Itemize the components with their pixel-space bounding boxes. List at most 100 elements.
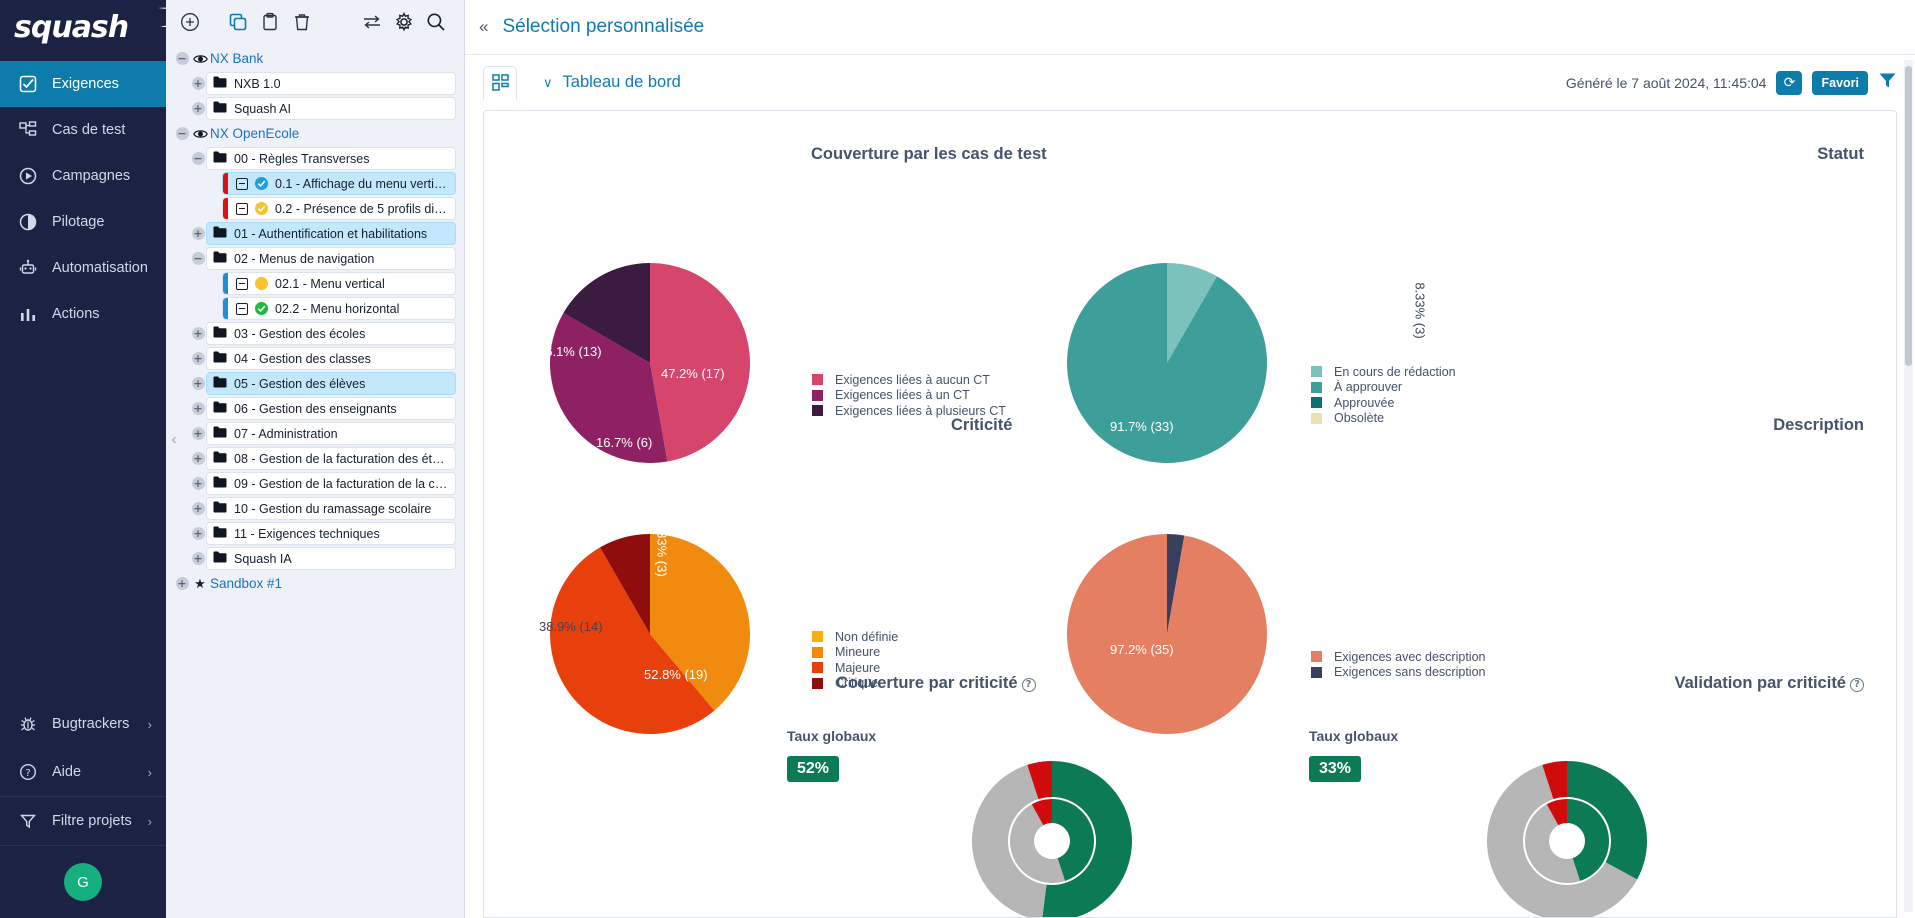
pie-chart-description[interactable] [1067, 534, 1267, 734]
transfer-icon[interactable] [356, 6, 388, 38]
tree-requirement-item[interactable]: 02.2 - Menu horizontal [222, 297, 456, 320]
expand-icon[interactable]: + [192, 552, 205, 565]
tree-project-label[interactable]: NX OpenEcole [210, 126, 299, 141]
legend-item[interactable]: Exigences avec description [1311, 649, 1485, 665]
tree-toggle[interactable]: + [174, 577, 190, 590]
tree-toggle[interactable]: − [174, 52, 190, 65]
tree-folder-item[interactable]: 03 - Gestion des écoles [206, 322, 456, 345]
delete-icon[interactable] [286, 6, 318, 38]
eye-icon[interactable] [190, 53, 210, 65]
add-icon[interactable] [174, 6, 206, 38]
tree-folder-item[interactable]: 02 - Menus de navigation [206, 247, 456, 270]
tree-toggle[interactable]: + [190, 527, 206, 540]
tree-folder-item[interactable]: 01 - Authentification et habilitations [206, 222, 456, 245]
pie-chart-statut[interactable] [1067, 263, 1267, 463]
tree-toggle[interactable]: + [190, 452, 206, 465]
paste-icon[interactable] [254, 6, 286, 38]
tree-project-label[interactable]: NX Bank [210, 51, 263, 66]
pie-chart-couverture[interactable] [550, 263, 750, 463]
tree-folder-item[interactable]: 08 - Gestion de la facturation des étude… [206, 447, 456, 470]
tree-toggle[interactable]: + [190, 102, 206, 115]
tree-toggle[interactable]: − [190, 152, 206, 165]
tree-folder-item[interactable]: Squash AI [206, 97, 456, 120]
donut-chart-couverture[interactable] [972, 761, 1132, 918]
tree-folder-item[interactable]: NXB 1.0 [206, 72, 456, 95]
expand-icon[interactable]: + [192, 77, 205, 90]
tree-toggle[interactable]: + [190, 352, 206, 365]
tree-toggle[interactable]: − [190, 252, 206, 265]
legend-item[interactable]: Approuvée [1311, 395, 1456, 411]
legend-item[interactable]: Non définie [812, 629, 898, 645]
sidebar-item-exigences[interactable]: Exigences [0, 61, 166, 107]
sidebar-item-cas-de-test[interactable]: Cas de test [0, 107, 166, 153]
expand-icon[interactable]: + [192, 477, 205, 490]
tree-folder-item[interactable]: 05 - Gestion des élèves [206, 372, 456, 395]
donut-chart-validation[interactable] [1487, 761, 1647, 918]
tree-toggle[interactable]: + [190, 477, 206, 490]
sidebar-item-actions[interactable]: Actions [0, 291, 166, 337]
help-icon[interactable]: ? [1850, 678, 1864, 692]
tree-list[interactable]: −NX Bank+NXB 1.0+Squash AI−NX OpenEcole−… [166, 44, 464, 918]
tree-collapse-handle[interactable]: ‹ [166, 424, 182, 454]
scrollbar-thumb[interactable] [1905, 66, 1912, 366]
collapse-icon[interactable]: − [192, 152, 205, 165]
legend-item[interactable]: Mineure [812, 645, 898, 661]
tree-folder-item[interactable]: 10 - Gestion du ramassage scolaire [206, 497, 456, 520]
tree-folder-item[interactable]: 04 - Gestion des classes [206, 347, 456, 370]
expand-icon[interactable]: + [192, 227, 205, 240]
legend-item[interactable]: Obsolète [1311, 411, 1456, 427]
tree-toggle[interactable]: + [190, 427, 206, 440]
tree-folder-item[interactable]: 09 - Gestion de la facturation de la can… [206, 472, 456, 495]
sidebar-item-automatisation[interactable]: Automatisation [0, 245, 166, 291]
sidebar-item-bugtrackers[interactable]: Bugtrackers › [0, 700, 166, 748]
legend-item[interactable]: À approuver [1311, 380, 1456, 396]
help-icon[interactable]: ? [1022, 678, 1036, 692]
gear-icon[interactable] [388, 6, 420, 38]
tree-toggle[interactable]: + [190, 402, 206, 415]
avatar[interactable]: G [64, 863, 102, 901]
tab-dashboard-grid[interactable] [483, 66, 517, 100]
expand-icon[interactable]: + [192, 427, 205, 440]
search-icon[interactable] [420, 6, 452, 38]
legend-item[interactable]: Exigences liées à aucun CT [812, 372, 1006, 388]
vertical-scrollbar[interactable] [1904, 60, 1913, 912]
expand-icon[interactable]: + [192, 327, 205, 340]
legend-item[interactable]: Exigences liées à un CT [812, 388, 1006, 404]
tree-folder-item[interactable]: 07 - Administration [206, 422, 456, 445]
copy-icon[interactable] [222, 6, 254, 38]
sidebar-item-campagnes[interactable]: Campagnes [0, 153, 166, 199]
tree-requirement-item[interactable]: 0.1 - Affichage du menu vertical... [222, 172, 456, 195]
expand-icon[interactable]: + [192, 502, 205, 515]
tree-requirement-item[interactable]: 02.1 - Menu vertical [222, 272, 456, 295]
expand-icon[interactable]: + [192, 102, 205, 115]
app-logo[interactable]: squash [0, 0, 166, 55]
refresh-button[interactable]: ⟳ [1776, 71, 1802, 95]
expand-icon[interactable]: + [192, 527, 205, 540]
tree-toggle[interactable]: + [190, 227, 206, 240]
filter-icon[interactable] [1878, 71, 1897, 95]
sidebar-item-pilotage[interactable]: Pilotage [0, 199, 166, 245]
tree-requirement-item[interactable]: 0.2 - Présence de 5 profils différ... [222, 197, 456, 220]
legend-item[interactable]: En cours de rédaction [1311, 364, 1456, 380]
collapse-icon[interactable]: − [176, 127, 189, 140]
tree-toggle[interactable]: + [190, 327, 206, 340]
tree-toggle[interactable]: + [190, 552, 206, 565]
collapse-icon[interactable]: − [176, 52, 189, 65]
collapse-panel-icon[interactable]: « [479, 17, 488, 37]
pie-chart-criticite[interactable] [550, 534, 750, 734]
legend-item[interactable]: Exigences sans description [1311, 665, 1485, 681]
tree-toggle[interactable]: − [174, 127, 190, 140]
eye-icon[interactable] [190, 128, 210, 140]
sidebar-item-aide[interactable]: ? Aide › [0, 748, 166, 796]
tree-folder-item[interactable]: 06 - Gestion des enseignants [206, 397, 456, 420]
tree-toggle[interactable]: + [190, 377, 206, 390]
tree-folder-item[interactable]: 11 - Exigences techniques [206, 522, 456, 545]
tree-folder-item[interactable]: Squash IA [206, 547, 456, 570]
expand-icon[interactable]: + [192, 377, 205, 390]
tree-project-label[interactable]: Sandbox #1 [210, 576, 282, 591]
tree-toggle[interactable]: + [190, 502, 206, 515]
tree-toggle[interactable]: + [190, 77, 206, 90]
tree-folder-item[interactable]: 00 - Règles Transverses [206, 147, 456, 170]
expand-icon[interactable]: + [192, 402, 205, 415]
favorite-button[interactable]: Favori [1812, 71, 1868, 95]
